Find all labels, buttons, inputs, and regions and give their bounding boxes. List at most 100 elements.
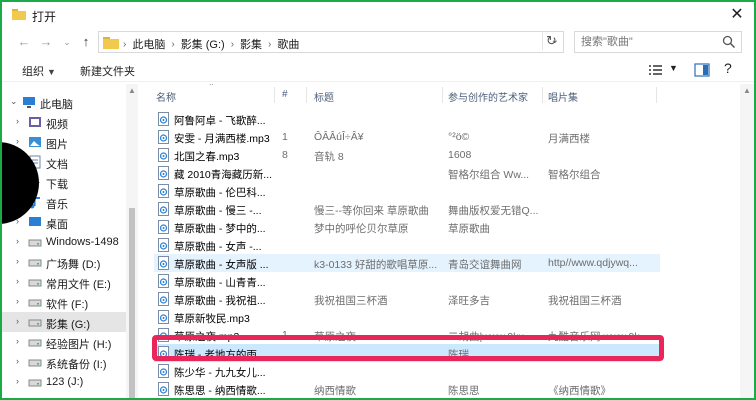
file-name: 草原歌曲 - 女声版 ... xyxy=(174,259,269,271)
column-header-row: ⌃ 名称 # 标题 参与创作的艺术家 唱片集 xyxy=(142,84,740,106)
back-arrow-icon[interactable]: ← xyxy=(16,34,32,50)
file-row[interactable]: 陈少华 - 九九女儿... xyxy=(154,362,660,380)
window-title: 打开 xyxy=(32,10,57,24)
audio-file-icon xyxy=(158,364,169,378)
track-title: 我祝祖国三杯酒 xyxy=(314,295,388,307)
file-row[interactable]: 草原歌曲 - 伦巴科... xyxy=(154,182,660,200)
file-name: 草原歌曲 - 慢三 -... xyxy=(174,205,262,217)
scroll-up-icon[interactable]: ▲ xyxy=(128,86,136,95)
expand-chevron-icon[interactable]: › xyxy=(16,316,19,326)
file-row[interactable]: 草原新牧民.mp3 xyxy=(154,308,660,326)
sidebar-item[interactable]: › 软件 (F:) xyxy=(2,292,128,312)
file-row[interactable]: 藏 2010青海藏历新... 智格尔组合 Ww... 智格尔组合 xyxy=(154,164,660,182)
expand-chevron-icon[interactable]: › xyxy=(16,236,19,246)
refresh-icon[interactable]: ↻ xyxy=(542,32,560,50)
nav-scrollbar[interactable]: ▲ xyxy=(126,84,138,398)
column-divider[interactable] xyxy=(442,87,443,103)
file-scrollbar[interactable]: ▲ xyxy=(740,84,754,398)
expand-chevron-icon[interactable]: ⌄ xyxy=(10,96,18,107)
expand-chevron-icon[interactable]: › xyxy=(16,296,19,306)
file-row[interactable]: 安雯 - 月满西楼.mp3 1 ÔÂÂúÎ÷Â¥ °²ö© 月满西楼 xyxy=(154,128,660,146)
column-divider[interactable] xyxy=(306,87,307,103)
sidebar-item[interactable]: › Windows-1498 xyxy=(2,232,128,252)
column-name[interactable]: 名称 xyxy=(156,89,176,104)
sidebar-item[interactable]: › 123 (J:) xyxy=(2,372,128,392)
sidebar-item[interactable]: › 经验图片 (H:) xyxy=(2,332,128,352)
file-row[interactable]: 草原歌曲 - 山青青... xyxy=(154,272,660,290)
caret-down-icon: ▼ xyxy=(47,67,56,77)
organize-button[interactable]: 组织 ▼ xyxy=(22,63,56,79)
file-row[interactable]: 草原歌曲 - 梦中的... 梦中的呼伦贝尔草原 草原歌曲 xyxy=(154,218,660,236)
sidebar-item[interactable]: ⌄ 此电脑 xyxy=(2,92,128,112)
file-row[interactable]: 草原歌曲 - 女声版 ... k3-0133 好甜的歌唱草原... 青岛交谊舞曲网 h… xyxy=(154,254,660,272)
file-name: 北国之春.mp3 xyxy=(174,151,240,163)
sidebar-item-label: 文档 xyxy=(46,159,68,171)
help-icon[interactable]: ? xyxy=(724,60,732,76)
sidebar-item-label: 123 (J:) xyxy=(46,376,84,388)
track-artist: °²ö© xyxy=(448,131,470,143)
sidebar-item[interactable]: › 广场舞 (D:) xyxy=(2,252,128,272)
file-row[interactable]: 北国之春.mp3 8 音轨 8 1608 xyxy=(154,146,660,164)
column-divider[interactable] xyxy=(656,87,657,103)
sidebar-item[interactable]: › 文档 (K:) xyxy=(2,392,128,398)
track-number: 1 xyxy=(282,131,288,143)
file-name: 草原歌曲 - 梦中的... xyxy=(174,223,266,235)
forward-arrow-icon[interactable]: → xyxy=(38,34,54,50)
file-name: 草原歌曲 - 女声 -... xyxy=(174,241,262,253)
file-row[interactable]: 草原歌曲 - 慢三 -... 慢三--等你回来 草原歌曲 舞曲版权爱无错Q... xyxy=(154,200,660,218)
column-divider[interactable] xyxy=(274,87,275,103)
file-name: 陈少华 - 九九女儿... xyxy=(174,367,266,379)
breadcrumb-separator-icon[interactable]: › xyxy=(268,39,271,50)
column-number[interactable]: # xyxy=(282,89,288,100)
file-row[interactable]: 陈思思 - 纳西情歌... 纳西情歌 陈思思 《纳西情歌》 xyxy=(154,380,660,398)
search-input[interactable] xyxy=(581,35,721,49)
track-artist: 泽旺多吉 xyxy=(448,295,490,307)
expand-chevron-icon[interactable]: › xyxy=(16,276,19,286)
search-box[interactable] xyxy=(574,31,742,53)
organize-label: 组织 xyxy=(22,66,44,78)
audio-file-icon xyxy=(158,292,169,306)
sidebar-item[interactable]: › 影集 (G:) xyxy=(2,312,128,332)
expand-chevron-icon[interactable]: › xyxy=(16,376,19,386)
expand-chevron-icon[interactable]: › xyxy=(16,356,19,366)
drive-icon xyxy=(28,335,42,349)
file-row[interactable]: 草原歌曲 - 我祝祖... 我祝祖国三杯酒 泽旺多吉 我祝祖国三杯酒 xyxy=(154,290,660,308)
up-arrow-icon[interactable]: ↑ xyxy=(78,34,94,50)
sidebar-item-label: 影集 (G:) xyxy=(46,319,90,331)
breadcrumb-item[interactable]: 此电脑 xyxy=(132,36,165,52)
view-options-icon[interactable] xyxy=(648,63,664,77)
track-title: 慢三--等你回来 草原歌曲 xyxy=(314,205,429,217)
expand-chevron-icon[interactable]: › xyxy=(16,396,19,398)
breadcrumb-item[interactable]: 歌曲 xyxy=(277,36,299,52)
preview-pane-icon[interactable] xyxy=(694,63,710,77)
audio-file-icon xyxy=(158,310,169,324)
sidebar-item[interactable]: › 系统备份 (I:) xyxy=(2,352,128,372)
breadcrumb-item[interactable]: 影集 xyxy=(240,36,262,52)
expand-chevron-icon[interactable]: › xyxy=(16,336,19,346)
view-dropdown-icon[interactable]: ▼ xyxy=(669,63,678,73)
new-folder-button[interactable]: 新建文件夹 xyxy=(80,63,135,79)
breadcrumb-separator-icon[interactable]: › xyxy=(231,39,234,50)
track-title: 音轨 8 xyxy=(314,151,344,163)
address-bar[interactable]: › 此电脑 › 影集 (G:) › 影集 › 歌曲 ⌄ xyxy=(98,31,564,53)
file-name: 草原歌曲 - 我祝祖... xyxy=(174,295,266,307)
track-title: 纳西情歌 xyxy=(314,385,356,397)
breadcrumb-item[interactable]: 影集 (G:) xyxy=(181,36,225,52)
column-album[interactable]: 唱片集 xyxy=(548,89,578,104)
breadcrumb-separator-icon[interactable]: › xyxy=(171,39,174,50)
column-artist[interactable]: 参与创作的艺术家 xyxy=(448,89,528,104)
close-button[interactable]: ✕ xyxy=(728,6,746,24)
recent-chevron-icon[interactable]: ⌄ xyxy=(59,34,75,50)
nav-scroll-thumb[interactable] xyxy=(129,208,135,398)
column-title[interactable]: 标题 xyxy=(314,89,334,104)
expand-chevron-icon[interactable]: › xyxy=(16,256,19,266)
sidebar-item[interactable]: › 常用文件 (E:) xyxy=(2,272,128,292)
column-divider[interactable] xyxy=(542,87,543,103)
file-row[interactable]: 阿鲁阿卓 - 飞歌醉... xyxy=(154,110,660,128)
expand-chevron-icon[interactable]: › xyxy=(16,136,19,146)
file-row[interactable]: 草原歌曲 - 女声 -... xyxy=(154,236,660,254)
scroll-up-icon[interactable]: ▲ xyxy=(743,86,751,95)
sidebar-item-label: 视频 xyxy=(46,119,68,131)
sidebar-item[interactable]: › 视频 xyxy=(2,112,128,132)
expand-chevron-icon[interactable]: › xyxy=(16,116,19,126)
